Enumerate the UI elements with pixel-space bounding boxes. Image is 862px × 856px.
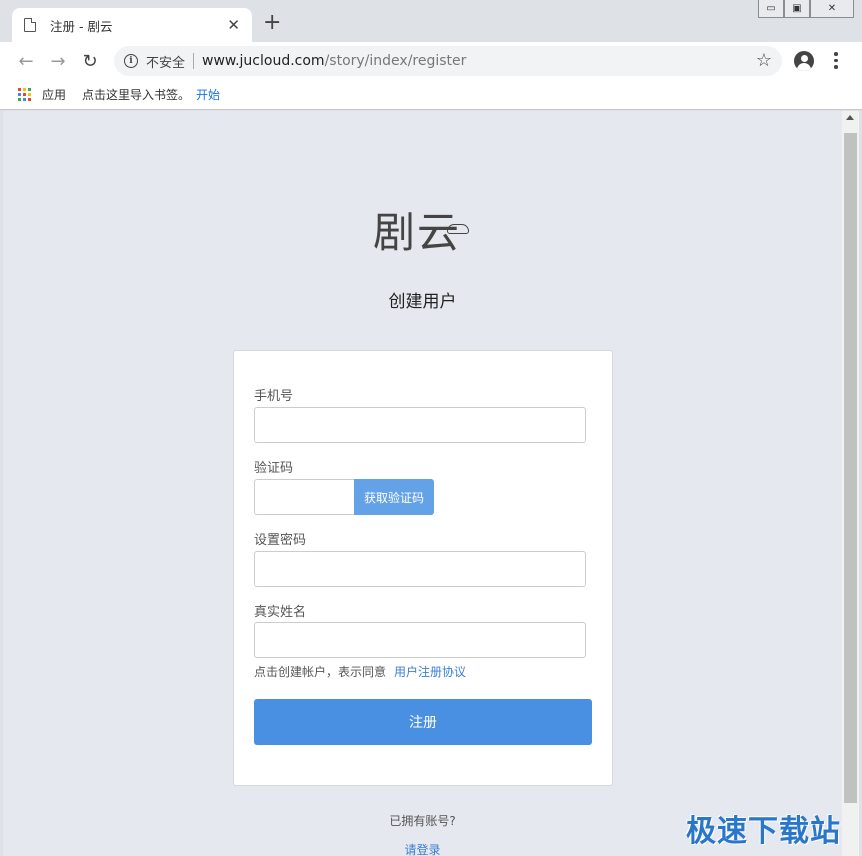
menu-dots-icon[interactable]	[830, 52, 842, 69]
info-icon[interactable]: i	[124, 54, 138, 68]
url-host[interactable]: www.jucloud.com	[202, 53, 325, 69]
bookmark-import-hint: 点击这里导入书签。	[82, 88, 191, 102]
title-bar: 注册 - 剧云 ✕ + ▭ ▣ ✕	[0, 0, 862, 42]
new-tab-icon[interactable]: +	[263, 12, 281, 34]
realname-label: 真实姓名	[254, 605, 307, 620]
agreement-link[interactable]: 用户注册协议	[394, 665, 466, 679]
realname-input[interactable]	[254, 622, 586, 658]
bookmark-apps[interactable]: 应用	[42, 86, 66, 103]
page-viewport: 剧云 创建用户 手机号 验证码 获取验证码 设置密码 真实姓名 点击创建帐户，表…	[3, 111, 842, 856]
password-label: 设置密码	[254, 533, 307, 548]
address-bar[interactable]: i 不安全 www.jucloud.com /story/index/regis…	[114, 46, 782, 76]
apps-grid-icon[interactable]	[18, 87, 32, 102]
agreement-notice: 点击创建帐户，表示同意 用户注册协议	[254, 663, 466, 680]
phone-label: 手机号	[254, 389, 294, 404]
tab-title: 注册 - 剧云	[50, 18, 113, 34]
code-label: 验证码	[254, 461, 294, 476]
browser-toolbar: ← → ↻ i 不安全 www.jucloud.com /story/index…	[0, 42, 862, 80]
reload-icon[interactable]: ↻	[79, 50, 101, 72]
window-close-icon[interactable]: ✕	[810, 0, 854, 18]
vertical-scrollbar[interactable]	[842, 111, 859, 856]
watermark-logo: 极速下载站	[686, 814, 841, 849]
register-button[interactable]: 注册	[254, 699, 592, 745]
maximize-icon[interactable]: ▣	[784, 0, 810, 18]
document-icon	[24, 18, 36, 32]
bookmark-start-link[interactable]: 开始	[196, 86, 220, 103]
bookmarks-bar: 应用 点击这里导入书签。 开始	[0, 80, 862, 110]
browser-tab[interactable]: 注册 - 剧云 ✕	[12, 8, 252, 42]
agreement-text: 点击创建帐户，表示同意	[254, 665, 387, 679]
tab-close-icon[interactable]: ✕	[227, 16, 240, 34]
bookmark-star-icon[interactable]: ☆	[756, 50, 772, 71]
back-arrow-icon[interactable]: ←	[15, 50, 37, 72]
divider	[193, 53, 195, 69]
scroll-thumb[interactable]	[844, 133, 857, 803]
minimize-icon[interactable]: ▭	[758, 0, 784, 18]
logo-cloud-icon	[447, 224, 469, 234]
insecure-label[interactable]: 不安全	[146, 52, 185, 71]
phone-input[interactable]	[254, 407, 586, 443]
account-icon[interactable]	[794, 51, 814, 71]
get-code-button[interactable]: 获取验证码	[354, 479, 434, 515]
window-controls: ▭ ▣ ✕	[758, 0, 854, 18]
code-input[interactable]	[254, 479, 354, 515]
password-input[interactable]	[254, 551, 586, 587]
scroll-up-icon[interactable]	[846, 115, 854, 120]
page-title: 创建用户	[388, 292, 457, 312]
forward-arrow-icon[interactable]: →	[47, 50, 69, 72]
url-path[interactable]: /story/index/register	[325, 53, 467, 69]
register-form: 手机号 验证码 获取验证码 设置密码 真实姓名 点击创建帐户，表示同意 用户注册协…	[233, 350, 613, 786]
